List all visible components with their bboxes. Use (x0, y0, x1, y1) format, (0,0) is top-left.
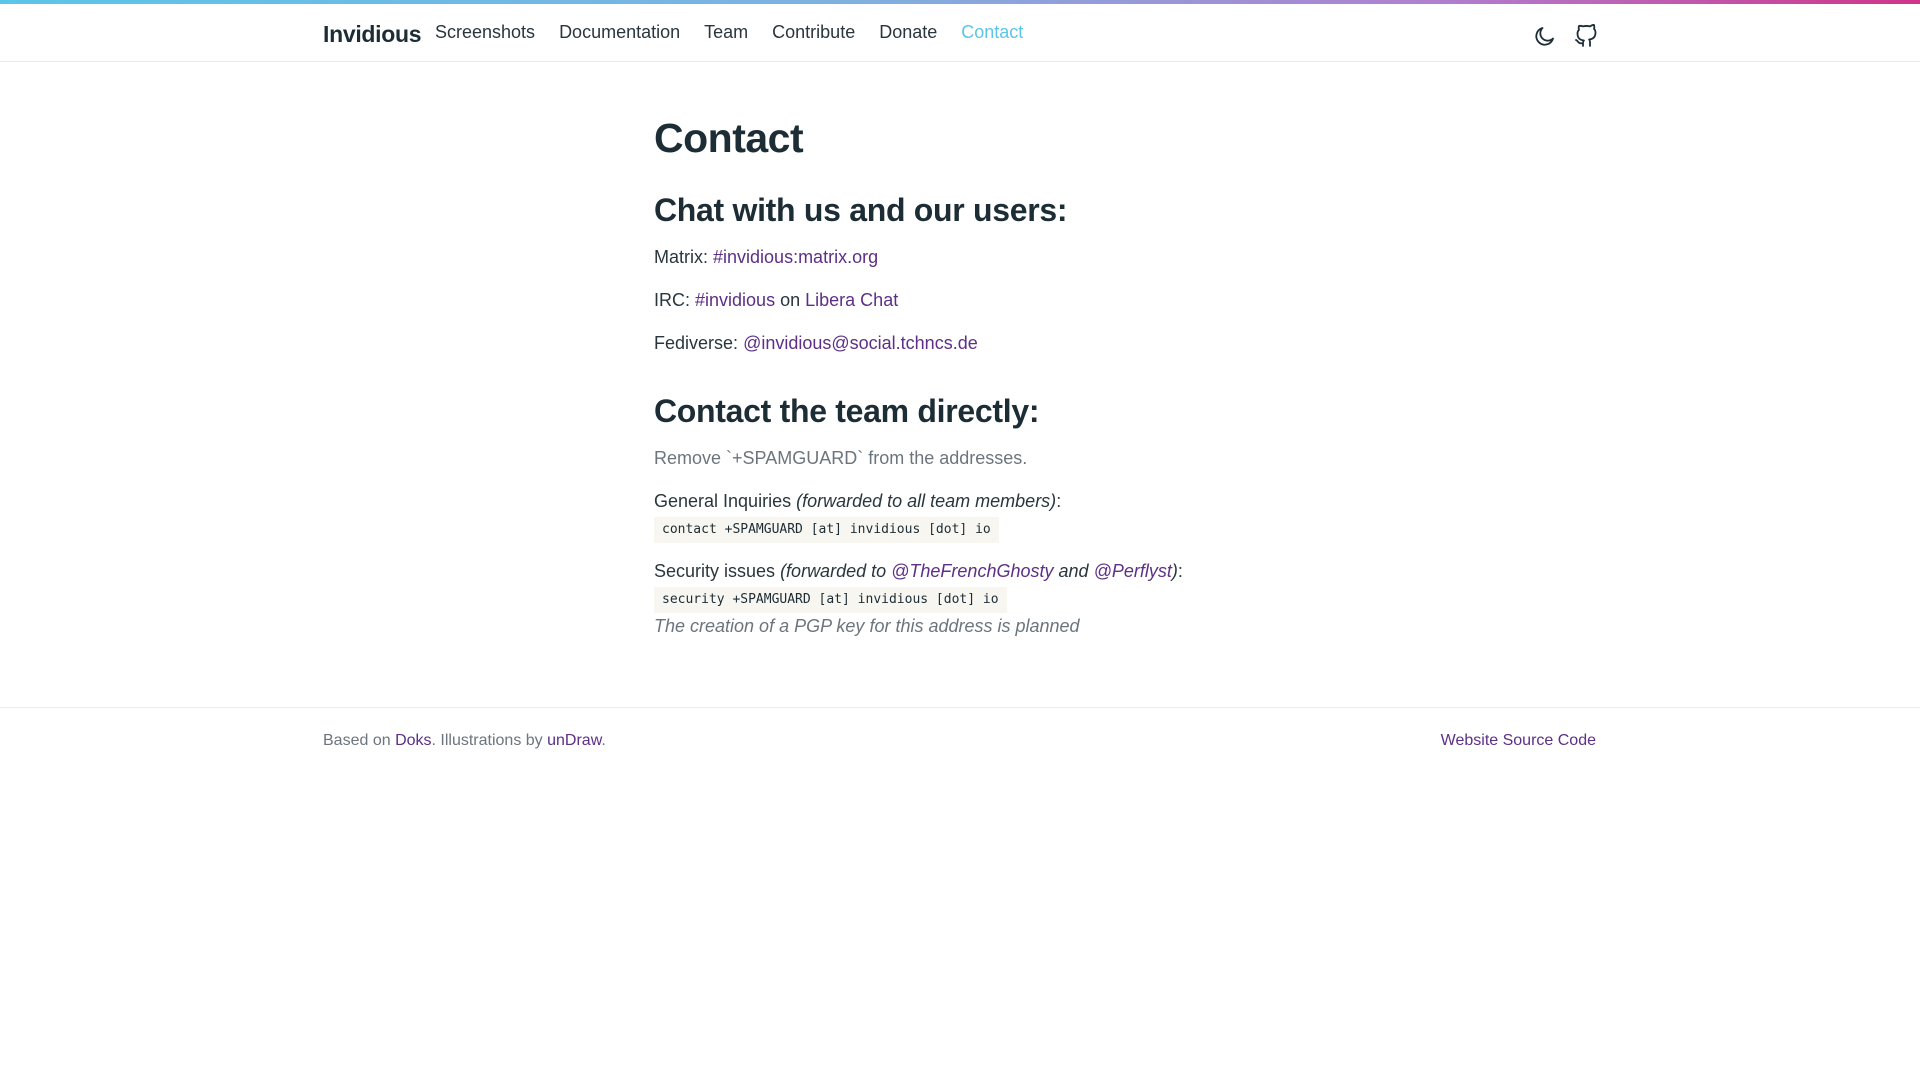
nav-contribute[interactable]: Contribute (772, 22, 855, 43)
security-note-pre: (forwarded to (780, 561, 887, 581)
general-note: (forwarded to all team members) (796, 491, 1057, 511)
general-label: General Inquiries (654, 491, 792, 511)
libera-chat-link[interactable]: Libera Chat (805, 290, 898, 310)
general-colon: : (1056, 491, 1062, 511)
security-label: Security issues (654, 561, 776, 581)
footer-credits: Based on Doks. Illustrations by unDraw. (323, 732, 606, 750)
main-nav: Screenshots Documentation Team Contribut… (435, 22, 1047, 43)
team-heading: Contact the team directly: (654, 393, 1040, 429)
fediverse-label: Fediverse: (654, 333, 739, 353)
security-issues-line: Security issues (forwarded to @TheFrench… (654, 558, 1354, 584)
general-address-code: contact +SPAMGUARD [at] invidious [dot] … (654, 517, 999, 543)
nav-screenshots[interactable]: Screenshots (435, 22, 535, 43)
doks-link[interactable]: Doks (395, 732, 431, 749)
matrix-line: Matrix: #invidious:matrix.org (654, 244, 1354, 270)
moon-icon[interactable] (1533, 24, 1557, 48)
perflyst-link[interactable]: @Perflyst (1094, 561, 1172, 581)
site-footer: Based on Doks. Illustrations by unDraw. … (0, 707, 1920, 778)
nav-contact[interactable]: Contact (961, 22, 1023, 43)
irc-channel-link[interactable]: #invidious (695, 290, 775, 310)
thefrenchghosty-link[interactable]: @TheFrenchGhosty (891, 561, 1053, 581)
nav-donate[interactable]: Donate (879, 22, 937, 43)
security-and: and (1058, 561, 1089, 581)
fediverse-line: Fediverse: @invidious@social.tchncs.de (654, 330, 1354, 356)
matrix-label: Matrix: (654, 247, 708, 267)
security-address-code: security +SPAMGUARD [at] invidious [dot]… (654, 587, 1007, 613)
chat-heading: Chat with us and our users: (654, 192, 1068, 228)
footer-illustrations: . Illustrations by (431, 732, 543, 749)
spamguard-note: Remove `+SPAMGUARD` from the addresses. (654, 448, 1028, 468)
fediverse-link[interactable]: @invidious@social.tchncs.de (743, 333, 978, 353)
nav-team[interactable]: Team (704, 22, 748, 43)
website-source-code-link[interactable]: Website Source Code (1441, 732, 1596, 749)
security-colon: : (1177, 561, 1183, 581)
general-inquiries-line: General Inquiries (forwarded to all team… (654, 488, 1354, 514)
main-content: Contact Chat with us and our users: Matr… (654, 110, 1354, 639)
irc-on-text: on (780, 290, 801, 310)
irc-line: IRC: #invidious on Libera Chat (654, 287, 1354, 313)
footer-period: . (601, 732, 606, 749)
matrix-link[interactable]: #invidious:matrix.org (713, 247, 878, 267)
brand-logo-link[interactable]: Invidious (323, 21, 422, 48)
undraw-link[interactable]: unDraw (547, 732, 601, 749)
github-icon[interactable] (1574, 23, 1598, 48)
site-header: Invidious Screenshots Documentation Team… (0, 4, 1920, 62)
nav-documentation[interactable]: Documentation (559, 22, 680, 43)
footer-based-on: Based on (323, 732, 391, 749)
page-title: Contact (654, 115, 804, 161)
irc-label: IRC: (654, 290, 690, 310)
pgp-note: The creation of a PGP key for this addre… (654, 616, 1080, 636)
